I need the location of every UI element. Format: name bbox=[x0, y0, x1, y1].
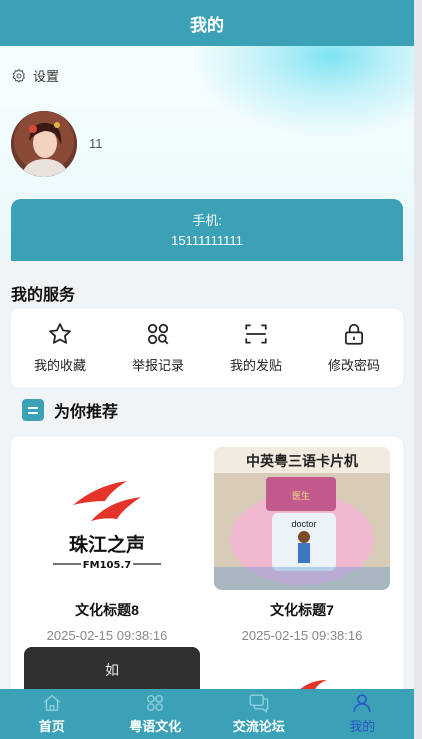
nav-mine[interactable]: 我的 bbox=[311, 689, 415, 739]
settings-button[interactable]: 设置 bbox=[11, 66, 59, 85]
logo-sub: FM105.7 bbox=[83, 560, 131, 571]
card-title: 文化标题7 bbox=[270, 602, 334, 618]
phone-value: 15111111111 bbox=[171, 233, 243, 248]
service-favorites[interactable]: 我的收藏 bbox=[11, 309, 109, 387]
gear-icon bbox=[12, 68, 26, 83]
phone-card: 手机: 15111111111 bbox=[11, 199, 403, 261]
recommend-heading: 为你推荐 bbox=[22, 398, 118, 422]
service-change-password[interactable]: 修改密码 bbox=[305, 309, 403, 387]
app-screen: 我的 设置 11 手机: 15111111111 我的服务 我的收藏 举报记录 … bbox=[0, 0, 414, 739]
nav-culture[interactable]: 粤语文化 bbox=[104, 689, 208, 739]
service-label: 举报记录 bbox=[131, 358, 184, 373]
card-image: 中英粤三语卡片机 医生 doctor bbox=[214, 447, 390, 590]
page-title: 我的 bbox=[190, 15, 224, 35]
home-icon bbox=[43, 694, 60, 712]
service-reports[interactable]: 举报记录 bbox=[109, 309, 207, 387]
settings-label: 设置 bbox=[33, 69, 60, 84]
page-header: 我的 bbox=[0, 0, 414, 46]
service-label: 我的发贴 bbox=[229, 358, 282, 373]
avatar[interactable] bbox=[11, 111, 77, 177]
service-posts[interactable]: 我的发贴 bbox=[207, 309, 305, 387]
service-label: 修改密码 bbox=[327, 358, 380, 373]
partial-card-text: 如 bbox=[105, 662, 119, 678]
username: 11 bbox=[89, 136, 103, 151]
logo-partial bbox=[293, 677, 333, 690]
services-panel: 我的收藏 举报记录 我的发贴 修改密码 bbox=[11, 309, 403, 387]
card-word-text: doctor bbox=[291, 519, 316, 529]
bottom-navigation: 首页 粤语文化 交流论坛 我的 bbox=[0, 689, 414, 739]
card-date: 2025-02-15 09:38:16 bbox=[46, 628, 168, 643]
nav-label: 粤语文化 bbox=[129, 719, 182, 734]
service-label: 我的收藏 bbox=[33, 358, 86, 373]
recommend-card[interactable]: 珠江之声 FM105.7 文化标题8 2025-02-15 09:38:16 bbox=[19, 447, 195, 643]
banner-text: 中英粤三语卡片机 bbox=[246, 453, 358, 470]
phone-label: 手机: bbox=[192, 213, 222, 228]
services-title: 我的服务 bbox=[11, 287, 76, 304]
nav-label: 我的 bbox=[349, 719, 376, 734]
culture-icon bbox=[147, 694, 164, 712]
card-date: 2025-02-15 09:38:16 bbox=[241, 628, 363, 643]
recommend-card[interactable]: 中英粤三语卡片机 医生 doctor 文化标题7 2025-02-15 09:3… bbox=[214, 447, 390, 643]
star-icon bbox=[49, 323, 71, 344]
list-icon bbox=[22, 399, 44, 421]
chat-icon bbox=[249, 694, 269, 714]
nav-label: 首页 bbox=[38, 719, 65, 734]
nav-forum[interactable]: 交流论坛 bbox=[207, 689, 311, 739]
nav-label: 交流论坛 bbox=[232, 719, 285, 734]
user-icon bbox=[353, 694, 371, 712]
card-cn-text: 医生 bbox=[292, 490, 310, 501]
scrollbar-track bbox=[414, 0, 422, 739]
lock-icon bbox=[345, 323, 363, 345]
recommend-title: 为你推荐 bbox=[54, 404, 119, 421]
card-image: 珠江之声 FM105.7 bbox=[19, 447, 195, 590]
scan-icon bbox=[245, 324, 267, 344]
recommend-panel: 珠江之声 FM105.7 文化标题8 2025-02-15 09:38:16 中… bbox=[11, 437, 403, 697]
nav-home[interactable]: 首页 bbox=[0, 689, 104, 739]
grid-search-icon bbox=[147, 323, 169, 345]
logo-text: 珠江之声 bbox=[69, 533, 145, 556]
card-title: 文化标题8 bbox=[75, 602, 139, 618]
